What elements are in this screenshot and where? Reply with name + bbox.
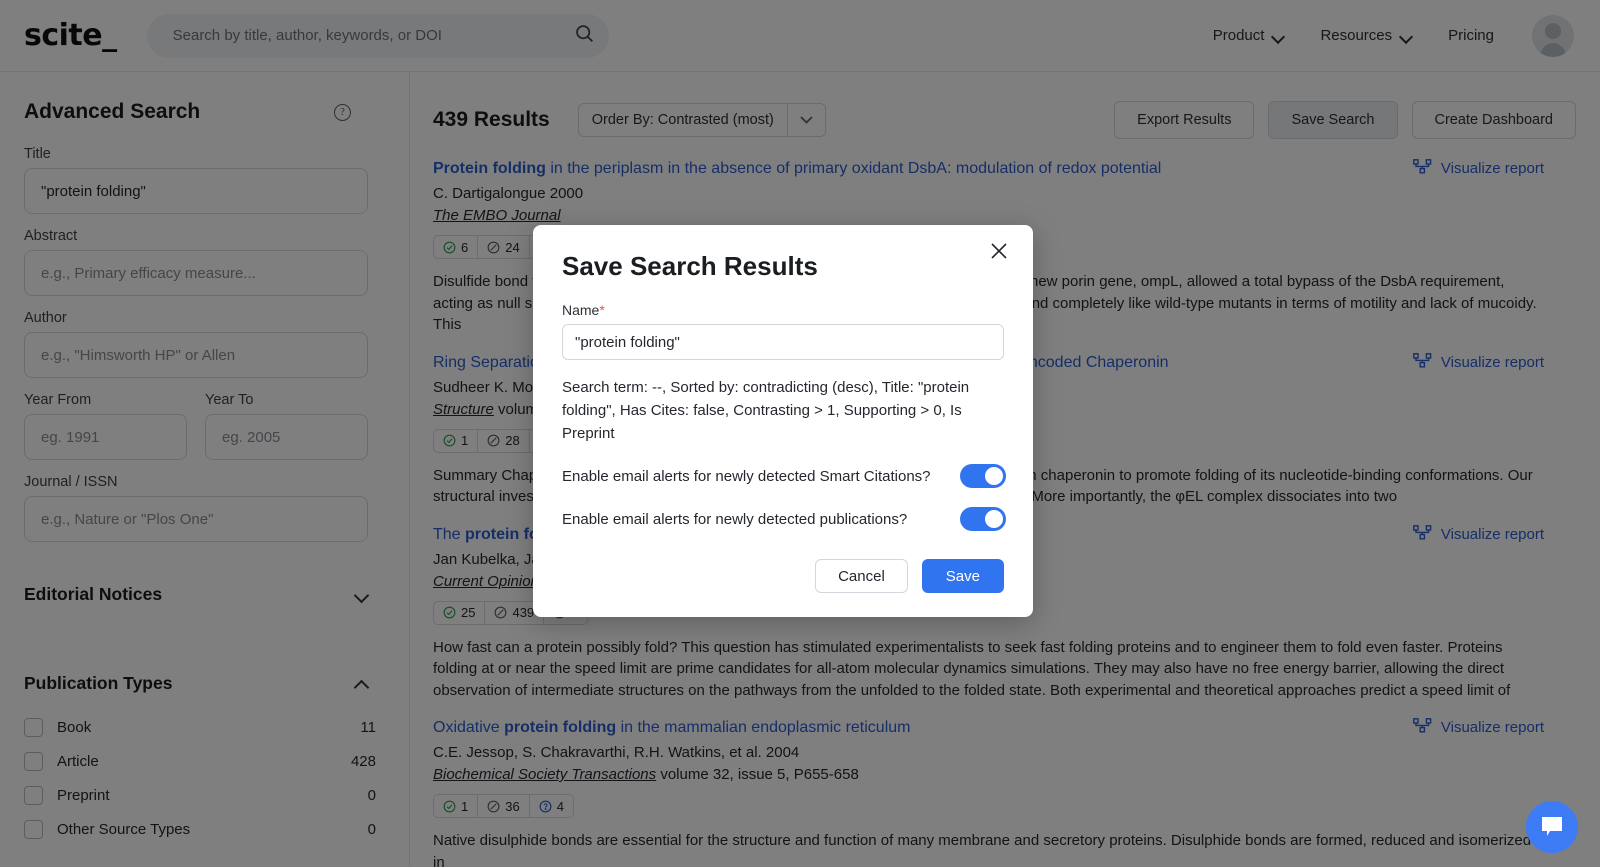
toggle-smart-citations[interactable] — [960, 464, 1006, 488]
toggle-row-publications: Enable email alerts for newly detected p… — [562, 507, 1006, 531]
required-marker: * — [599, 302, 605, 318]
toggle-label-smart-citations: Enable email alerts for newly detected S… — [562, 467, 931, 485]
search-summary-text: Search term: --, Sorted by: contradictin… — [562, 379, 970, 442]
modal-actions: Cancel Save — [562, 559, 1004, 593]
cancel-button[interactable]: Cancel — [815, 559, 908, 593]
chat-bubble-icon[interactable] — [1526, 801, 1578, 853]
save-button[interactable]: Save — [921, 559, 1004, 593]
toggle-publications[interactable] — [960, 507, 1006, 531]
toggle-row-smart-citations: Enable email alerts for newly detected S… — [562, 464, 1006, 488]
name-label-text: Name — [562, 302, 600, 318]
name-field-label: Name* — [562, 302, 1004, 318]
name-input[interactable] — [562, 324, 1004, 360]
save-search-modal: Save Search Results Name* Search term: -… — [533, 225, 1033, 617]
toggle-label-publications: Enable email alerts for newly detected p… — [562, 510, 908, 528]
close-icon[interactable] — [989, 241, 1013, 265]
modal-title: Save Search Results — [562, 251, 818, 281]
